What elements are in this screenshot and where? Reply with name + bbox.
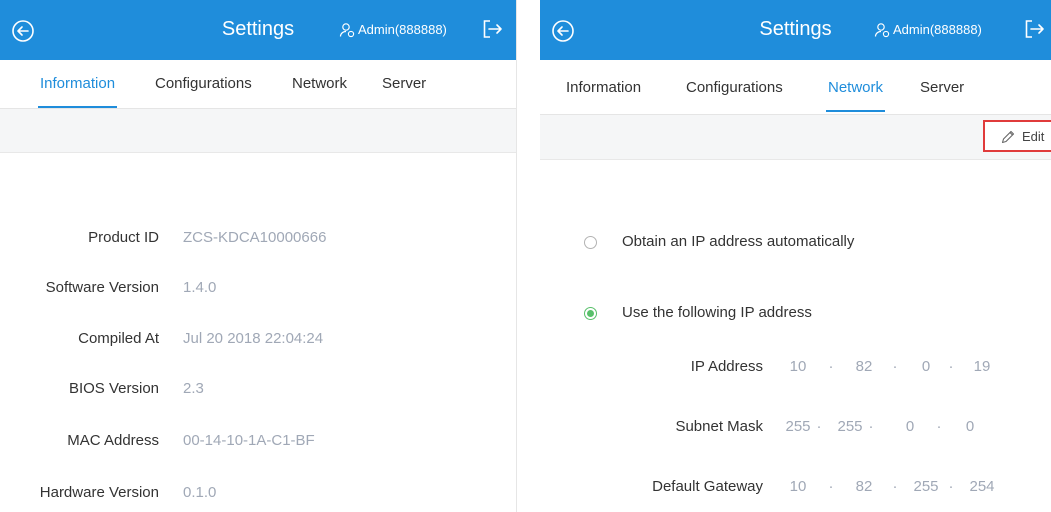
default-gateway-row: Default Gateway 10 · 82 · 255 · 254 — [540, 478, 1051, 502]
user-account[interactable]: Admin(888888) — [339, 22, 447, 38]
info-row-product-id: Product ID ZCS-KDCA10000666 — [0, 229, 516, 253]
info-value: 00-14-10-1A-C1-BF — [183, 432, 315, 449]
octet-3[interactable]: 0 — [906, 358, 946, 375]
radio-button-checked[interactable] — [584, 307, 597, 320]
octet-4[interactable]: 19 — [962, 358, 1002, 375]
octet-separator: · — [948, 478, 954, 495]
tab-information[interactable]: Information — [37, 75, 118, 108]
ip-address-input[interactable]: 10 · 82 · 0 · 19 — [778, 358, 991, 382]
octet-separator: · — [816, 418, 822, 435]
info-value: Jul 20 2018 22:04:24 — [183, 330, 324, 347]
radio-button[interactable] — [584, 236, 597, 249]
info-row-software-version: Software Version 1.4.0 — [0, 279, 516, 303]
settings-panel-information: Settings Admin(888888) Information Confi… — [0, 0, 517, 512]
ip-field-label: Default Gateway — [652, 478, 763, 495]
octet-3[interactable]: 0 — [890, 418, 930, 435]
info-value: ZCS-KDCA10000666 — [183, 229, 327, 246]
octet-separator: · — [868, 418, 874, 435]
toolbar: Edit — [540, 115, 1051, 160]
header-bar: Settings Admin(888888) — [0, 0, 516, 60]
octet-2[interactable]: 82 — [844, 478, 884, 495]
info-value: 1.4.0 — [183, 279, 217, 296]
info-row-bios-version: BIOS Version 2.3 — [0, 380, 516, 404]
radio-label: Obtain an IP address automatically — [622, 233, 855, 250]
tab-network[interactable]: Network — [292, 75, 347, 92]
edit-label: Edit — [1022, 129, 1045, 144]
info-label: BIOS Version — [68, 380, 159, 397]
info-label: Software Version — [45, 279, 159, 296]
info-label: Compiled At — [78, 330, 159, 347]
info-row-hardware-version: Hardware Version 0.1.0 — [0, 484, 516, 508]
info-row-compiled-at: Compiled At Jul 20 2018 22:04:24 — [0, 330, 516, 354]
octet-separator: · — [892, 358, 898, 375]
subnet-mask-input[interactable]: 255 · 255 · 0 · 0 — [778, 418, 988, 442]
octet-separator: · — [948, 358, 954, 375]
tab-configurations[interactable]: Configurations — [155, 75, 252, 92]
tab-bar: Information Configurations Network Serve… — [0, 60, 516, 109]
user-name: Admin(888888) — [358, 22, 447, 37]
header-bar: Settings Admin(888888) — [540, 0, 1051, 60]
info-row-mac-address: MAC Address 00-14-10-1A-C1-BF — [0, 432, 516, 456]
tab-configurations[interactable]: Configurations — [686, 79, 783, 96]
info-label: Hardware Version — [39, 484, 159, 501]
user-admin-icon — [874, 23, 890, 38]
logout-icon[interactable] — [1023, 18, 1045, 40]
octet-separator: · — [828, 478, 834, 495]
tab-information[interactable]: Information — [566, 79, 641, 96]
octet-2[interactable]: 255 — [830, 418, 870, 435]
settings-panel-network: Settings Admin(888888) Information Confi… — [540, 0, 1051, 512]
pencil-icon — [1001, 130, 1015, 144]
edit-button[interactable]: Edit — [983, 120, 1051, 152]
user-account[interactable]: Admin(888888) — [874, 22, 982, 38]
user-admin-icon — [339, 23, 355, 38]
octet-2[interactable]: 82 — [844, 358, 884, 375]
radio-label: Use the following IP address — [622, 304, 812, 321]
info-value: 2.3 — [183, 380, 204, 397]
octet-separator: · — [936, 418, 942, 435]
ip-field-label: IP Address — [690, 358, 763, 375]
logout-icon[interactable] — [481, 18, 503, 40]
octet-3[interactable]: 255 — [906, 478, 946, 495]
octet-1[interactable]: 10 — [778, 478, 818, 495]
toolbar — [0, 109, 516, 153]
info-label: Product ID — [88, 229, 159, 246]
default-gateway-input[interactable]: 10 · 82 · 255 · 254 — [778, 478, 995, 502]
ip-address-row: IP Address 10 · 82 · 0 · 19 — [540, 358, 1051, 382]
octet-separator: · — [828, 358, 834, 375]
ip-field-label: Subnet Mask — [675, 418, 763, 435]
info-value: 0.1.0 — [183, 484, 217, 501]
info-label: MAC Address — [67, 432, 159, 449]
octet-4[interactable]: 0 — [950, 418, 990, 435]
octet-1[interactable]: 10 — [778, 358, 818, 375]
tab-server[interactable]: Server — [920, 79, 964, 96]
subnet-mask-row: Subnet Mask 255 · 255 · 0 · 0 — [540, 418, 1051, 442]
octet-1[interactable]: 255 — [778, 418, 818, 435]
octet-separator: · — [892, 478, 898, 495]
user-name: Admin(888888) — [893, 22, 982, 37]
tab-network[interactable]: Network — [825, 79, 886, 112]
octet-4[interactable]: 254 — [962, 478, 1002, 495]
tab-bar: Information Configurations Network Serve… — [540, 60, 1051, 115]
tab-server[interactable]: Server — [382, 75, 426, 92]
